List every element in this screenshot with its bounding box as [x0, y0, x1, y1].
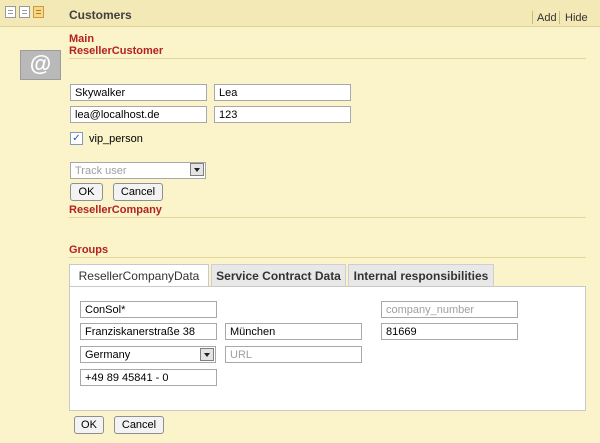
add-link[interactable]: Add	[537, 12, 557, 24]
ok-button[interactable]: OK	[70, 183, 103, 201]
section-divider	[69, 58, 586, 59]
view-toggle-list[interactable]	[5, 6, 16, 18]
track-user-select[interactable]: Track user	[70, 162, 206, 179]
cancel-button[interactable]: Cancel	[113, 183, 163, 201]
cancel-button[interactable]: Cancel	[114, 416, 164, 434]
phone-input[interactable]: +49 89 45841 - 0	[80, 369, 217, 386]
section-main: Main	[69, 33, 95, 45]
vip-person-label: vip_person	[89, 133, 143, 145]
section-reseller-company: ResellerCompany	[69, 204, 162, 216]
company-number-input[interactable]: company_number	[381, 301, 518, 318]
email-avatar-icon: @	[20, 50, 61, 80]
zip-input[interactable]: 81669	[381, 323, 518, 340]
street-input[interactable]: Franziskanerstraße 38	[80, 323, 217, 340]
hide-link[interactable]: Hide	[565, 12, 588, 24]
company-name-input[interactable]: ConSol*	[80, 301, 217, 318]
url-input[interactable]: URL	[225, 346, 362, 363]
section-divider	[69, 257, 586, 258]
view-toggle-form[interactable]	[33, 6, 44, 18]
section-reseller-customer: ResellerCustomer	[69, 45, 164, 57]
chevron-down-icon[interactable]	[190, 163, 204, 176]
country-select[interactable]: Germany	[80, 346, 216, 363]
customer-number-input[interactable]: 123	[214, 106, 351, 123]
panel-title: Customers	[69, 8, 132, 22]
tab-internal-responsibilities[interactable]: Internal responsibilities	[348, 264, 494, 287]
header-divider	[532, 11, 533, 24]
chevron-down-icon[interactable]	[200, 348, 214, 361]
tab-reseller-company-data[interactable]: ResellerCompanyData	[69, 264, 209, 287]
first-name-input[interactable]: Lea	[214, 84, 351, 101]
section-divider	[69, 217, 586, 218]
header-divider	[559, 11, 560, 24]
section-groups: Groups	[69, 244, 109, 256]
tab-service-contract-data[interactable]: Service Contract Data	[211, 264, 346, 287]
vip-person-checkbox[interactable]: ✓	[70, 132, 83, 145]
email-input[interactable]: lea@localhost.de	[70, 106, 207, 123]
view-toggle-detail[interactable]	[19, 6, 30, 18]
ok-button[interactable]: OK	[74, 416, 104, 434]
last-name-input[interactable]: Skywalker	[70, 84, 207, 101]
city-input[interactable]: München	[225, 323, 362, 340]
